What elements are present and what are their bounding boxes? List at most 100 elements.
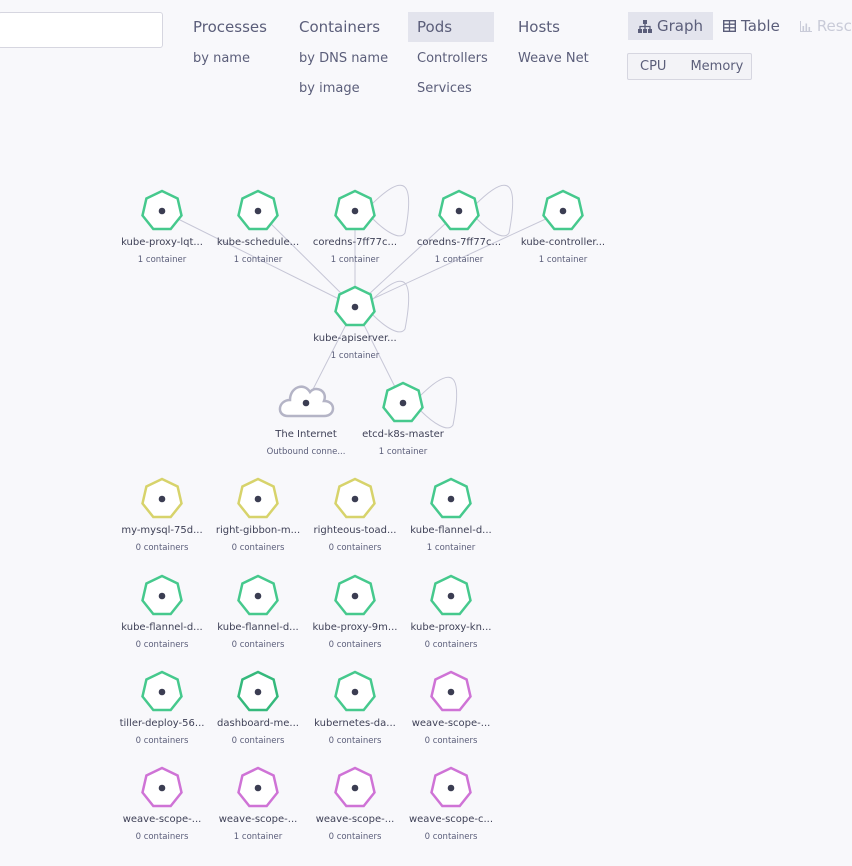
graph-node[interactable]: kube-proxy-kn... 0 containers [411,574,492,650]
node-center-dot [254,592,262,600]
node-center-dot [302,399,310,407]
node-center-dot [447,495,455,503]
graph-node[interactable]: kubernetes-da... 0 containers [314,670,396,746]
graph-node[interactable]: weave-scope-c... 0 containers [409,766,493,842]
node-label: weave-scope-... [412,718,491,729]
node-center-dot [158,207,166,215]
node-label: dashboard-me... [217,718,299,729]
graph-node[interactable]: kube-schedule... 1 container [217,189,299,265]
node-label: kube-apiserver... [313,333,396,344]
graph-node[interactable]: kube-proxy-9m... 0 containers [313,574,398,650]
node-sublabel: 0 containers [425,736,478,746]
node-label: The Internet [274,429,337,440]
node-label: my-mysql-75d... [121,525,202,536]
node-sublabel: 1 container [138,255,187,265]
graph-node[interactable]: tiller-deploy-56... 0 containers [120,670,205,746]
node-label: weave-scope-... [316,814,395,825]
graph-node[interactable]: kube-proxy-lqt... 1 container [121,189,203,265]
graph-node[interactable]: weave-scope-... 0 containers [316,766,395,842]
node-label: kube-flannel-d... [217,622,298,633]
node-center-dot [351,592,359,600]
node-center-dot [351,784,359,792]
node-sublabel: 0 containers [329,736,382,746]
node-center-dot [455,207,463,215]
graph-node[interactable]: right-gibbon-m... 0 containers [216,477,300,553]
node-center-dot [351,495,359,503]
graph-node[interactable]: kube-flannel-d... 0 containers [217,574,299,650]
nodes-layer: kube-proxy-lqt...1 containerkube-schedul… [120,189,605,842]
graph-node[interactable]: weave-scope-... 1 container [219,766,298,842]
node-label: etcd-k8s-master [362,429,445,440]
node-label: kube-flannel-d... [121,622,202,633]
node-center-dot [158,495,166,503]
node-sublabel: 0 containers [136,736,189,746]
node-center-dot [254,495,262,503]
node-label: coredns-7ff77c... [417,237,501,248]
node-sublabel: Outbound conne... [267,447,346,457]
graph-node[interactable]: etcd-k8s-master 1 container [362,381,445,457]
self-loop-edge [370,280,410,333]
node-sublabel: 0 containers [425,832,478,842]
node-sublabel: 1 container [234,832,283,842]
node-label: tiller-deploy-56... [120,718,205,729]
node-center-dot [447,784,455,792]
node-center-dot [158,592,166,600]
node-sublabel: 1 container [331,351,380,361]
node-center-dot [447,592,455,600]
node-sublabel: 0 containers [232,736,285,746]
node-sublabel: 0 containers [136,640,189,650]
node-label: right-gibbon-m... [216,525,300,536]
node-center-dot [351,207,359,215]
topology-graph: kube-proxy-lqt...1 containerkube-schedul… [120,184,605,842]
node-sublabel: 0 containers [232,543,285,553]
graph-node[interactable]: kube-flannel-d... 1 container [410,477,492,553]
node-label: kubernetes-da... [314,718,396,729]
node-sublabel: 1 container [435,255,484,265]
node-label: coredns-7ff77c... [313,237,397,248]
node-label: righteous-toad... [314,525,397,536]
node-label: kube-schedule... [217,237,299,248]
graph-node[interactable]: coredns-7ff77c... 1 container [417,189,501,265]
graph-node[interactable]: The Internet Outbound conne... [267,385,346,457]
node-sublabel: 1 container [427,543,476,553]
node-label: kube-proxy-9m... [313,622,398,633]
node-center-dot [447,688,455,696]
node-label: kube-proxy-lqt... [121,237,203,248]
self-loop-edge [370,184,410,237]
node-label: weave-scope-... [123,814,202,825]
node-center-dot [254,207,262,215]
node-center-dot [158,688,166,696]
node-sublabel: 0 containers [329,640,382,650]
node-center-dot [351,303,359,311]
node-sublabel: 1 container [331,255,380,265]
graph-node[interactable]: kube-flannel-d... 0 containers [121,574,203,650]
graph-node[interactable]: my-mysql-75d... 0 containers [121,477,203,553]
node-center-dot [254,688,262,696]
node-center-dot [158,784,166,792]
node-center-dot [559,207,567,215]
graph-node[interactable]: righteous-toad... 0 containers [314,477,397,553]
node-sublabel: 0 containers [136,832,189,842]
node-label: kube-flannel-d... [410,525,491,536]
node-sublabel: 1 container [379,447,428,457]
node-sublabel: 0 containers [425,640,478,650]
node-center-dot [351,688,359,696]
graph-node[interactable]: weave-scope-... 0 containers [412,670,491,746]
graph-node[interactable]: weave-scope-... 0 containers [123,766,202,842]
graph-node[interactable]: dashboard-me... 0 containers [217,670,299,746]
node-sublabel: 0 containers [232,640,285,650]
node-sublabel: 1 container [539,255,588,265]
node-sublabel: 0 containers [136,543,189,553]
node-label: kube-proxy-kn... [411,622,492,633]
graph-node[interactable]: kube-controller... 1 container [521,189,605,265]
node-center-dot [254,784,262,792]
node-center-dot [399,399,407,407]
node-label: weave-scope-... [219,814,298,825]
node-sublabel: 0 containers [329,543,382,553]
self-loop-edge [474,184,514,237]
graph-node[interactable]: kube-apiserver... 1 container [313,285,397,361]
node-label: kube-controller... [521,237,605,248]
node-sublabel: 0 containers [329,832,382,842]
node-sublabel: 1 container [234,255,283,265]
node-label: weave-scope-c... [409,814,493,825]
